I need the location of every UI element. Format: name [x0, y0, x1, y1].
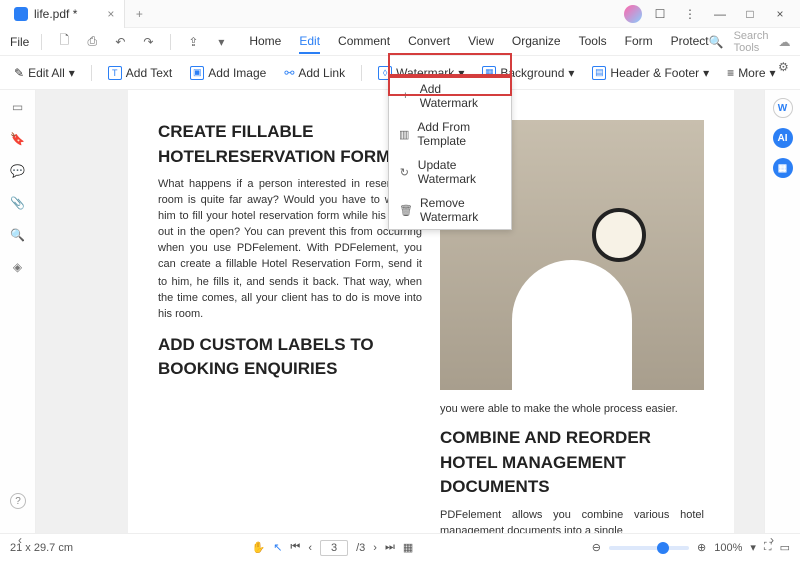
tab-edit[interactable]: Edit [299, 30, 320, 54]
user-avatar[interactable] [624, 5, 642, 23]
word-export-icon[interactable]: W [773, 98, 793, 118]
heading-2: ADD CUSTOM LABELS TO BOOKING ENQUIRIES [158, 333, 422, 382]
tab-tools[interactable]: Tools [579, 30, 607, 54]
chevron-down-icon[interactable]: ▾ [750, 541, 756, 554]
bookmark-icon[interactable]: 🔖 [9, 130, 27, 148]
save-icon[interactable]: 🗋 [54, 32, 74, 52]
add-image-button[interactable]: ▣ Add Image [184, 62, 272, 84]
body-text: you were able to make the whole process … [440, 402, 704, 418]
attachment-icon[interactable]: 📎 [9, 194, 27, 212]
add-text-button[interactable]: T Add Text [102, 62, 178, 84]
more-button[interactable]: ≡ More ▾ [721, 62, 781, 84]
menu-add-from-template[interactable]: ▥ Add From Template [389, 115, 511, 153]
watermark-dropdown: + Add Watermark ▥ Add From Template ↻ Up… [388, 76, 512, 230]
heading-3: COMBINE AND REORDER HOTEL MANAGEMENT DOC… [440, 426, 704, 500]
separator [170, 34, 171, 50]
body-text: What happens if a person interested in r… [158, 177, 422, 273]
template-icon: ▥ [399, 128, 409, 141]
edit-all-button[interactable]: ✎ Edit All ▾ [8, 62, 81, 84]
tab-convert[interactable]: Convert [408, 30, 450, 54]
next-page-icon[interactable]: › [373, 542, 377, 554]
zoom-level[interactable]: 100% [714, 542, 742, 554]
close-tab-icon[interactable]: × [107, 7, 114, 21]
file-menu[interactable]: File [10, 35, 29, 49]
page-dimensions: 21 x 29.7 cm [10, 542, 73, 554]
undo-icon[interactable]: ↶ [110, 32, 130, 52]
search-panel-icon[interactable]: 🔍 [9, 226, 27, 244]
document-tab[interactable]: life.pdf * × [0, 0, 125, 28]
add-link-button[interactable]: ⚯ Add Link [278, 62, 351, 84]
tab-home[interactable]: Home [249, 30, 281, 54]
last-page-icon[interactable]: ⏭ [385, 541, 395, 554]
window-close-button[interactable]: × [768, 4, 792, 24]
separator [41, 34, 42, 50]
tab-comment[interactable]: Comment [338, 30, 390, 54]
first-page-icon[interactable]: ⏮ [290, 541, 300, 554]
chevron-down-icon: ▾ [703, 66, 709, 80]
page-number-input[interactable]: 3 [320, 540, 348, 556]
layers-icon[interactable]: ◈ [9, 258, 27, 276]
text-icon: T [108, 66, 122, 80]
zoom-slider[interactable] [609, 546, 689, 550]
header-footer-button[interactable]: ▤ Header & Footer ▾ [586, 62, 715, 84]
thumbnail-icon[interactable]: ▭ [9, 98, 27, 116]
ai-tools-icon[interactable]: ▦ [773, 158, 793, 178]
fit-page-icon[interactable]: ⛶ [764, 541, 772, 554]
chevron-down-icon: ▾ [69, 66, 75, 80]
app-icon [14, 7, 28, 21]
comment-panel-icon[interactable]: 💬 [9, 162, 27, 180]
search-tools-input[interactable]: Search Tools [734, 30, 769, 54]
more-icon: ≡ [727, 66, 734, 80]
window-minimize-button[interactable]: — [708, 4, 732, 24]
cloud-up-icon[interactable]: ☁ [778, 35, 790, 49]
read-mode-icon[interactable]: ▭ [780, 541, 790, 554]
search-icon[interactable]: 🔍 [709, 35, 724, 49]
prev-page-icon[interactable]: ‹ [308, 542, 312, 554]
link-icon: ⚯ [284, 66, 294, 80]
tab-protect[interactable]: Protect [671, 30, 709, 54]
feedback-icon[interactable]: ☐ [648, 4, 672, 24]
help-icon[interactable]: ? [10, 493, 26, 509]
menu-update-watermark[interactable]: ↻ Update Watermark [389, 153, 511, 191]
page-total: /3 [356, 542, 365, 554]
hand-tool-icon[interactable]: ✋ [251, 541, 265, 554]
tab-organize[interactable]: Organize [512, 30, 561, 54]
trash-icon: 🗑 [399, 204, 412, 217]
separator [91, 65, 92, 81]
redo-icon[interactable]: ↷ [138, 32, 158, 52]
header-footer-icon: ▤ [592, 66, 606, 80]
image-icon: ▣ [190, 66, 204, 80]
select-tool-icon[interactable]: ↖ [273, 541, 282, 554]
menu-add-watermark[interactable]: + Add Watermark [389, 77, 511, 115]
new-tab-button[interactable]: + [125, 7, 153, 21]
dropdown-icon[interactable]: ▾ [211, 32, 231, 52]
tab-view[interactable]: View [468, 30, 494, 54]
zoom-out-icon[interactable]: ⊖ [592, 541, 601, 554]
ai-assistant-icon[interactable]: AI [773, 128, 793, 148]
fit-layout-icon[interactable]: ▦ [403, 541, 413, 554]
menu-remove-watermark[interactable]: 🗑 Remove Watermark [389, 191, 511, 229]
pencil-icon: ✎ [14, 66, 24, 80]
heading-1: CREATE FILLABLE HOTELRESERVATION FORM [158, 120, 422, 169]
document-tab-title: life.pdf * [34, 7, 77, 21]
chevron-down-icon: ▾ [770, 66, 776, 80]
tab-form[interactable]: Form [625, 30, 653, 54]
panel-toggle-icon[interactable]: ⚙ [778, 60, 790, 70]
body-text: to him, he fills it, and sends it back. … [158, 275, 422, 323]
refresh-icon: ↻ [399, 166, 410, 179]
share-icon[interactable]: ⇪ [183, 32, 203, 52]
print-icon[interactable]: ⎙ [82, 32, 102, 52]
window-maximize-button[interactable]: □ [738, 4, 762, 24]
kebab-menu-icon[interactable]: ⋮ [678, 4, 702, 24]
chevron-down-icon: ▾ [568, 66, 574, 80]
zoom-in-icon[interactable]: ⊕ [697, 541, 706, 554]
plus-icon: + [399, 90, 412, 102]
body-text: PDFelement allows you combine various ho… [440, 508, 704, 533]
separator [361, 65, 362, 81]
